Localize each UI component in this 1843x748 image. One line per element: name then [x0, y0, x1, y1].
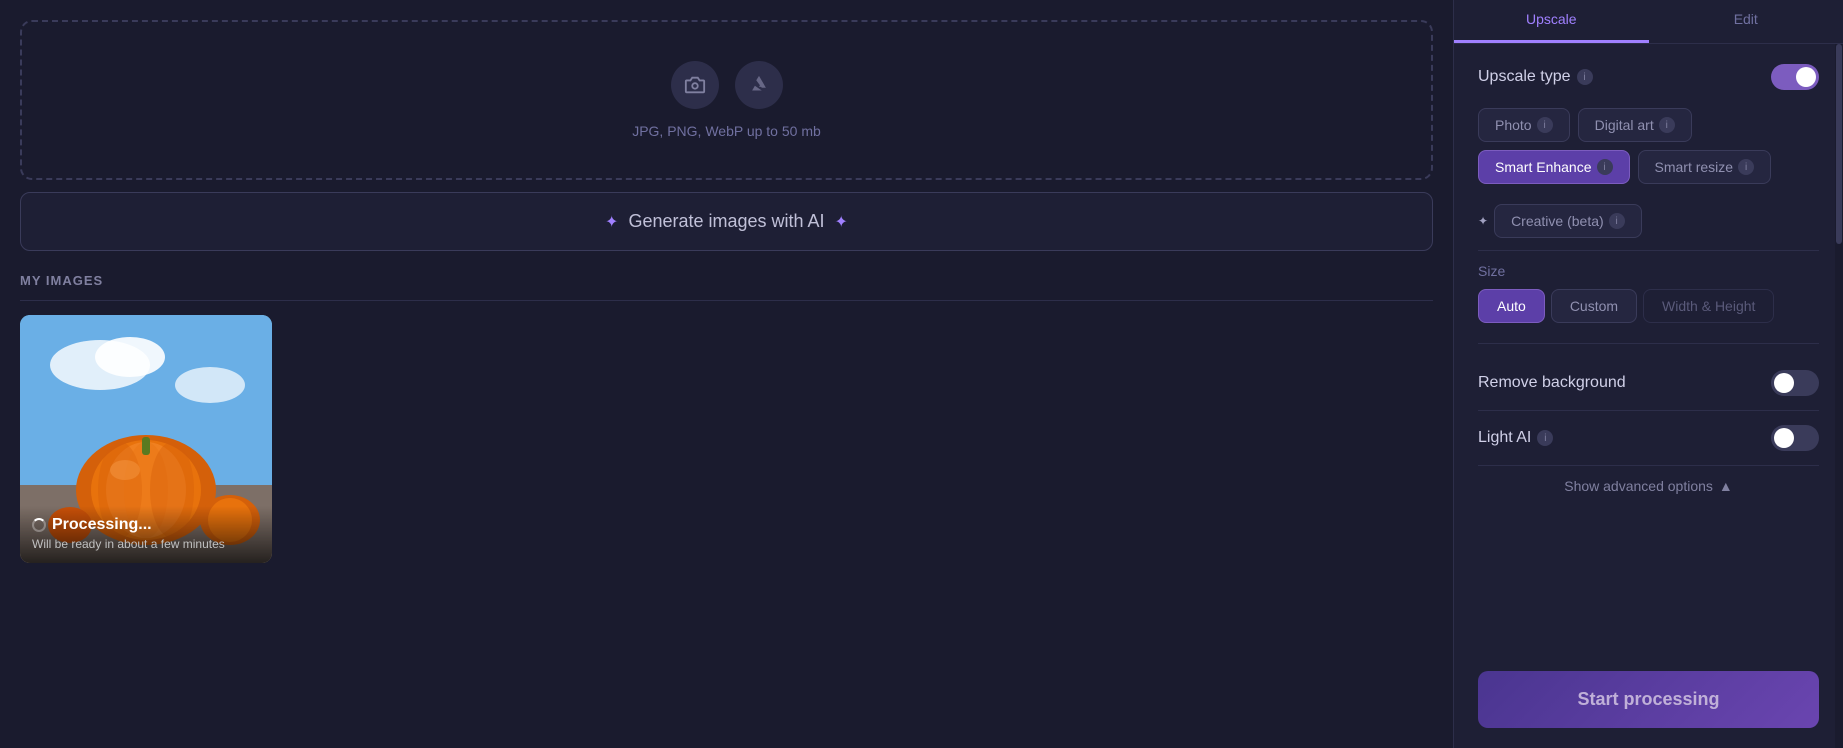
light-ai-info-icon[interactable]: i — [1537, 430, 1553, 446]
image-overlay: Processing... Will be ready in about a f… — [20, 506, 272, 563]
type-btn-photo[interactable]: Photo i — [1478, 108, 1570, 142]
remove-bg-toggle-thumb — [1774, 373, 1794, 393]
image-card[interactable]: Processing... Will be ready in about a f… — [20, 315, 272, 563]
photo-info-icon[interactable]: i — [1537, 117, 1553, 133]
toggle-thumb — [1796, 67, 1816, 87]
light-ai-toggle-thumb — [1774, 428, 1794, 448]
upscale-type-label: Upscale type i — [1478, 68, 1593, 86]
type-btn-digital-art[interactable]: Digital art i — [1578, 108, 1692, 142]
tab-bar: Upscale Edit — [1454, 0, 1843, 44]
processing-sub-text: Will be ready in about a few minutes — [32, 537, 260, 551]
creative-row: ✦ Creative (beta) i — [1478, 204, 1819, 238]
creative-info-icon[interactable]: i — [1609, 213, 1625, 229]
upload-drive-button[interactable] — [735, 61, 783, 109]
size-btn-width-height[interactable]: Width & Height — [1643, 289, 1774, 323]
sparkle-left-icon: ✦ — [605, 212, 618, 232]
chevron-up-icon: ▲ — [1719, 478, 1733, 494]
tab-upscale-label: Upscale — [1526, 11, 1577, 27]
tab-edit[interactable]: Edit — [1649, 0, 1843, 43]
size-buttons: Auto Custom Width & Height — [1478, 289, 1819, 323]
image-grid: Processing... Will be ready in about a f… — [20, 315, 1433, 563]
type-btn-photo-label: Photo — [1495, 117, 1532, 133]
type-btn-smart-enhance[interactable]: Smart Enhance i — [1478, 150, 1630, 184]
type-btn-digital-art-label: Digital art — [1595, 117, 1654, 133]
type-btn-smart-resize[interactable]: Smart resize i — [1638, 150, 1772, 184]
right-panel: Upscale Edit Upscale type i Photo i — [1453, 0, 1843, 748]
advanced-options-label: Show advanced options — [1564, 478, 1713, 494]
upload-hint: JPG, PNG, WebP up to 50 mb — [632, 123, 821, 139]
advanced-options-row[interactable]: Show advanced options ▲ — [1478, 466, 1819, 506]
sparkle-right-icon: ✦ — [835, 212, 848, 232]
light-ai-toggle[interactable] — [1771, 425, 1819, 451]
divider-2 — [1478, 343, 1819, 344]
smart-enhance-info-icon[interactable]: i — [1597, 159, 1613, 175]
smart-resize-info-icon[interactable]: i — [1738, 159, 1754, 175]
processing-text: Processing... — [52, 516, 152, 534]
type-buttons: Photo i Digital art i Smart Enhance i Sm… — [1478, 108, 1819, 184]
type-btn-smart-resize-label: Smart resize — [1655, 159, 1734, 175]
scrollbar-thumb[interactable] — [1836, 44, 1842, 244]
upscale-type-row: Upscale type i — [1478, 64, 1819, 90]
digital-art-info-icon[interactable]: i — [1659, 117, 1675, 133]
panel-content: Upscale type i Photo i Digital art i Sma… — [1454, 44, 1843, 671]
divider-1 — [1478, 250, 1819, 251]
my-images-label: MY IMAGES — [20, 273, 1433, 288]
remove-background-row: Remove background — [1478, 356, 1819, 411]
processing-label: Processing... — [32, 516, 260, 534]
tab-upscale[interactable]: Upscale — [1454, 0, 1649, 43]
upscale-type-info-icon[interactable]: i — [1577, 69, 1593, 85]
size-btn-custom-label: Custom — [1570, 298, 1618, 314]
upscale-type-toggle[interactable] — [1771, 64, 1819, 90]
processing-spinner-icon — [32, 518, 46, 532]
remove-background-label: Remove background — [1478, 374, 1626, 392]
size-btn-custom[interactable]: Custom — [1551, 289, 1637, 323]
main-content: JPG, PNG, WebP up to 50 mb ✦ Generate im… — [0, 0, 1453, 748]
size-label: Size — [1478, 263, 1819, 279]
upload-file-button[interactable] — [671, 61, 719, 109]
size-btn-width-height-label: Width & Height — [1662, 298, 1755, 314]
size-btn-auto[interactable]: Auto — [1478, 289, 1545, 323]
light-ai-row: Light AI i — [1478, 411, 1819, 466]
type-btn-creative-label: Creative (beta) — [1511, 213, 1604, 229]
upload-icons — [671, 61, 783, 109]
generate-btn-label: Generate images with AI — [628, 211, 824, 232]
generate-ai-button[interactable]: ✦ Generate images with AI ✦ — [20, 192, 1433, 251]
type-btn-smart-enhance-label: Smart Enhance — [1495, 159, 1592, 175]
light-ai-label: Light AI i — [1478, 429, 1553, 447]
type-btn-creative[interactable]: Creative (beta) i — [1494, 204, 1642, 238]
remove-background-toggle[interactable] — [1771, 370, 1819, 396]
start-processing-label: Start processing — [1577, 689, 1719, 709]
images-divider — [20, 300, 1433, 301]
size-btn-auto-label: Auto — [1497, 298, 1526, 314]
start-processing-button[interactable]: Start processing — [1478, 671, 1819, 728]
scrollbar-track[interactable] — [1835, 44, 1843, 748]
upload-area[interactable]: JPG, PNG, WebP up to 50 mb — [20, 20, 1433, 180]
size-section: Size Auto Custom Width & Height — [1478, 263, 1819, 323]
tab-edit-label: Edit — [1734, 11, 1758, 27]
creative-sparkle-icon: ✦ — [1478, 214, 1488, 228]
